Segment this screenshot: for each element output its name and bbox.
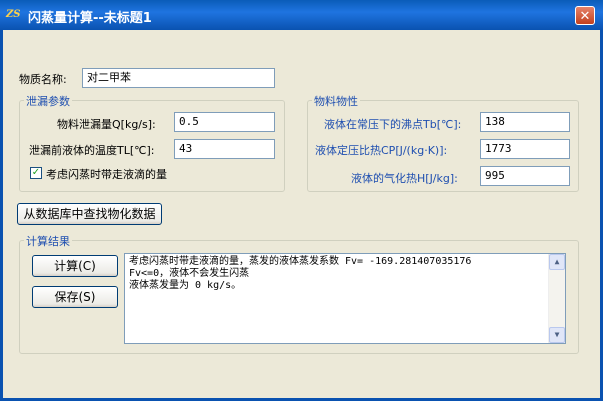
- material-properties-title: 物料物性: [312, 93, 360, 109]
- window-title: 闪蒸量计算--未标题1: [28, 11, 152, 26]
- boiling-point-label: 液体在常压下的沸点Tb[℃]:: [324, 118, 462, 131]
- results-title: 计算结果: [24, 233, 72, 249]
- app-logo-icon: ZS: [6, 9, 21, 20]
- scroll-down-icon[interactable]: ▼: [549, 327, 565, 343]
- boiling-point-input[interactable]: 138: [480, 112, 570, 132]
- save-button[interactable]: 保存(S): [32, 286, 118, 308]
- leak-rate-label: 物料泄漏量Q[kg/s]:: [57, 118, 156, 131]
- flash-droplet-checkbox[interactable]: ✓: [30, 167, 42, 179]
- leak-parameters-title: 泄漏参数: [24, 93, 72, 109]
- substance-name-input[interactable]: 对二甲苯: [82, 68, 275, 88]
- scroll-up-icon[interactable]: ▲: [549, 254, 565, 270]
- database-lookup-button[interactable]: 从数据库中查找物化数据: [17, 203, 162, 225]
- specific-heat-label: 液体定压比热CP[J/(kg·K)]:: [315, 144, 448, 157]
- calculate-button[interactable]: 计算(C): [32, 255, 118, 277]
- title-bar: ZS 闪蒸量计算--未标题1 ✕: [0, 0, 603, 30]
- result-scrollbar[interactable]: ▲ ▼: [548, 254, 565, 343]
- vaporization-heat-input[interactable]: 995: [480, 166, 570, 186]
- vaporization-heat-label: 液体的气化热H[J/kg]:: [351, 172, 458, 185]
- close-button[interactable]: ✕: [575, 6, 595, 25]
- result-textarea[interactable]: 考虑闪蒸时带走液滴的量，蒸发的液体蒸发系数 Fv= -169.281407035…: [124, 253, 566, 344]
- specific-heat-input[interactable]: 1773: [480, 139, 570, 159]
- liquid-temperature-input[interactable]: 43: [174, 139, 275, 159]
- result-line: Fv<=0，液体不会发生闪蒸: [129, 268, 250, 279]
- leak-rate-input[interactable]: 0.5: [174, 112, 275, 132]
- liquid-temperature-label: 泄漏前液体的温度TL[℃]:: [29, 144, 155, 157]
- result-line: 液体蒸发量为 0 kg/s。: [129, 280, 242, 291]
- flash-droplet-checkbox-label[interactable]: 考虑闪蒸时带走液滴的量: [46, 166, 167, 182]
- result-line: 考虑闪蒸时带走液滴的量，蒸发的液体蒸发系数 Fv= -169.281407035…: [129, 256, 472, 267]
- substance-name-label: 物质名称:: [19, 73, 67, 86]
